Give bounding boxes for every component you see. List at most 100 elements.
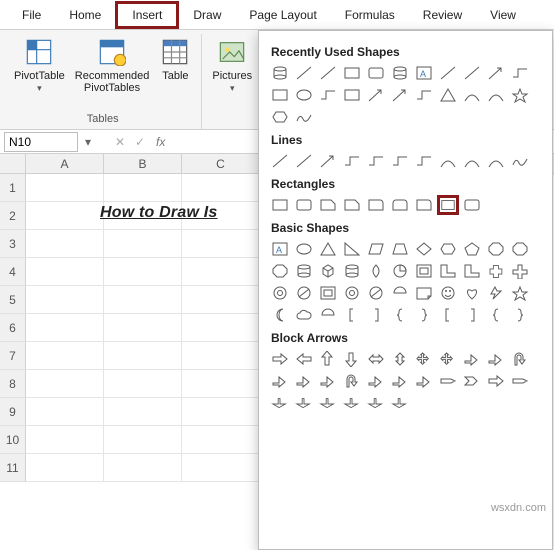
shape-scrib[interactable] (293, 107, 315, 127)
shape-lshape[interactable] (461, 261, 483, 281)
shape-rect[interactable] (269, 85, 291, 105)
shape-uturn[interactable] (341, 371, 363, 391)
shape-oval[interactable] (293, 239, 315, 259)
row-header[interactable]: 5 (0, 286, 26, 314)
shape-lrarrow[interactable] (365, 349, 387, 369)
shape-larrow[interactable] (293, 349, 315, 369)
cell[interactable] (26, 342, 104, 370)
shape-rect[interactable] (269, 195, 291, 215)
shape-sround[interactable] (413, 195, 435, 215)
cell[interactable] (104, 398, 182, 426)
shape-star[interactable] (509, 283, 531, 303)
shape-donut[interactable] (269, 283, 291, 303)
shape-can[interactable] (293, 261, 315, 281)
shape-bent[interactable] (413, 371, 435, 391)
shape-cross2[interactable] (485, 261, 507, 281)
shape-bent[interactable] (269, 371, 291, 391)
cell[interactable] (182, 174, 260, 202)
shape-bent[interactable] (461, 349, 483, 369)
shape-can[interactable] (341, 261, 363, 281)
row-header[interactable]: 3 (0, 230, 26, 258)
tab-page-layout[interactable]: Page Layout (235, 4, 330, 26)
shape-can[interactable] (269, 63, 291, 83)
shape-bent[interactable] (317, 371, 339, 391)
shape-frame[interactable] (317, 283, 339, 303)
shape-smile[interactable] (437, 283, 459, 303)
shape-noent[interactable] (293, 283, 315, 303)
cell[interactable] (182, 342, 260, 370)
shape-hex[interactable] (437, 239, 459, 259)
shape-conn[interactable] (413, 151, 435, 171)
shape-line[interactable] (293, 151, 315, 171)
cell[interactable] (26, 202, 104, 230)
shape-callr[interactable] (269, 393, 291, 413)
shape-callr[interactable] (317, 393, 339, 413)
cell[interactable] (182, 454, 260, 482)
shape-dround[interactable] (389, 195, 411, 215)
cell[interactable] (26, 174, 104, 202)
shape-para[interactable] (365, 239, 387, 259)
shape-scrib[interactable] (509, 151, 531, 171)
shape-tear[interactable] (365, 261, 387, 281)
cell[interactable] (26, 370, 104, 398)
shape-quad[interactable] (437, 349, 459, 369)
shape-snip[interactable] (317, 195, 339, 215)
shape-chord[interactable] (317, 305, 339, 325)
shape-lbrack[interactable] (341, 305, 363, 325)
cell[interactable] (182, 314, 260, 342)
shape-arrow[interactable] (389, 85, 411, 105)
row-header[interactable]: 11 (0, 454, 26, 482)
shape-rtri[interactable] (341, 239, 363, 259)
shape-diam[interactable] (413, 239, 435, 259)
cell[interactable] (182, 258, 260, 286)
cell[interactable] (182, 370, 260, 398)
select-all-corner[interactable] (0, 154, 26, 173)
cell[interactable] (104, 454, 182, 482)
shape-donut[interactable] (341, 283, 363, 303)
shape-cube[interactable] (317, 261, 339, 281)
shape-chord[interactable] (389, 283, 411, 303)
shape-uarrow[interactable] (317, 349, 339, 369)
shape-lbrace[interactable] (389, 305, 411, 325)
cell[interactable] (104, 258, 182, 286)
shape-bent[interactable] (389, 371, 411, 391)
shape-rrect[interactable] (461, 195, 483, 215)
shape-chev[interactable] (461, 371, 483, 391)
shape-tri[interactable] (317, 239, 339, 259)
row-header[interactable]: 6 (0, 314, 26, 342)
tab-file[interactable]: File (8, 4, 55, 26)
cell[interactable] (104, 174, 182, 202)
cell[interactable] (104, 370, 182, 398)
shape-can[interactable] (389, 63, 411, 83)
shape-bent[interactable] (293, 371, 315, 391)
shape-rect[interactable] (341, 63, 363, 83)
cell[interactable] (104, 286, 182, 314)
shape-rbrack[interactable] (365, 305, 387, 325)
shape-arrow[interactable] (485, 63, 507, 83)
shape-conn[interactable] (365, 151, 387, 171)
shape-rbrack[interactable] (461, 305, 483, 325)
cell[interactable] (104, 426, 182, 454)
recommended-pivottables-button[interactable]: Recommended PivotTables (71, 34, 154, 96)
cell[interactable] (182, 398, 260, 426)
cell[interactable] (26, 258, 104, 286)
shape-rarrow[interactable] (269, 349, 291, 369)
cell[interactable] (182, 230, 260, 258)
cell[interactable] (26, 398, 104, 426)
shape-conn[interactable] (413, 85, 435, 105)
row-header[interactable]: 1 (0, 174, 26, 202)
shape-line[interactable] (461, 63, 483, 83)
cell[interactable] (104, 314, 182, 342)
shape-trap[interactable] (389, 239, 411, 259)
shape-rect[interactable] (341, 85, 363, 105)
tab-draw[interactable]: Draw (179, 4, 235, 26)
shape-arrow[interactable] (365, 85, 387, 105)
shape-rrect[interactable] (293, 195, 315, 215)
column-header[interactable]: C (182, 154, 260, 173)
shape-noent[interactable] (365, 283, 387, 303)
shape-line[interactable] (437, 63, 459, 83)
shape-quad[interactable] (413, 349, 435, 369)
shape-conn[interactable] (509, 63, 531, 83)
shape-conn[interactable] (317, 85, 339, 105)
enter-icon[interactable]: ✓ (130, 132, 150, 152)
